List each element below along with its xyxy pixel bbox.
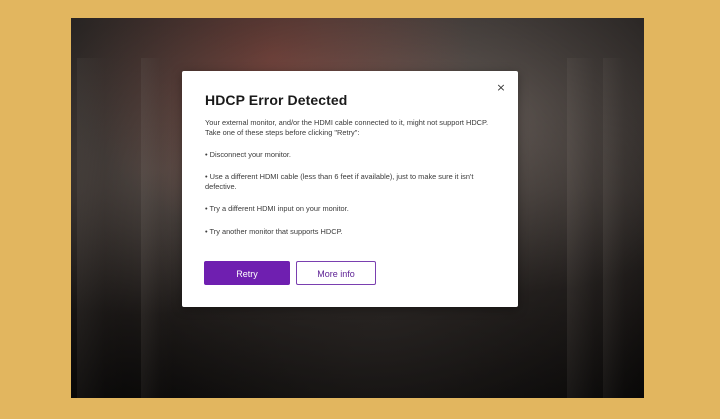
steps-list: • Disconnect your monitor. • Use a diffe… — [205, 150, 500, 237]
step-item: • Try another monitor that supports HDCP… — [205, 226, 343, 236]
hdcp-error-dialog: × HDCP Error Detected Your external moni… — [182, 71, 518, 307]
step-item: • Use a different HDMI cable (less than … — [205, 171, 474, 192]
more-info-button[interactable]: More info — [296, 261, 376, 285]
dialog-body: Your external monitor, and/or the HDMI c… — [205, 118, 500, 237]
dialog-title: HDCP Error Detected — [205, 92, 348, 108]
step-item: • Try a different HDMI input on your mon… — [205, 204, 349, 214]
close-icon[interactable]: × — [494, 81, 508, 95]
retry-button[interactable]: Retry — [204, 261, 290, 285]
dialog-message: Your external monitor, and/or the HDMI c… — [205, 118, 489, 138]
step-item: • Disconnect your monitor. — [205, 149, 291, 159]
